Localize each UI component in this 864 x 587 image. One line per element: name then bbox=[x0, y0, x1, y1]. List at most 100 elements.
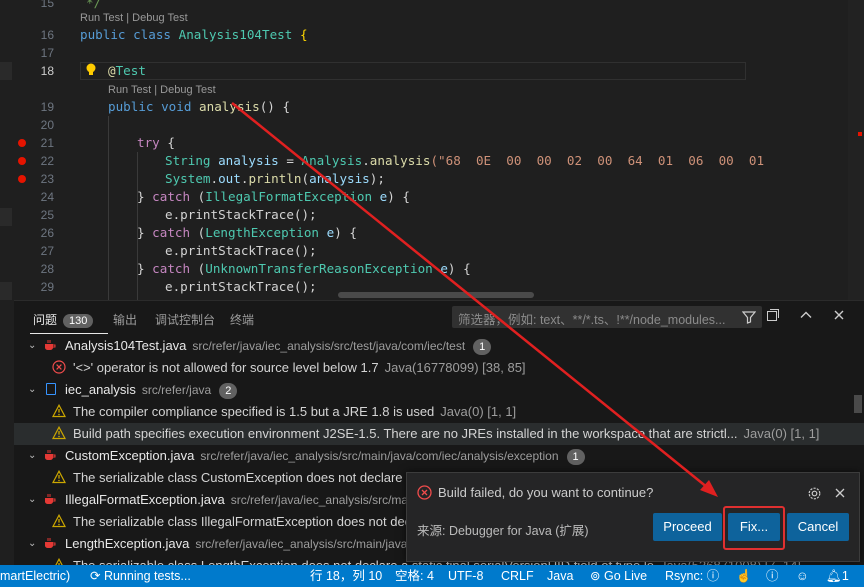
code-line: try { bbox=[137, 135, 175, 150]
line-number: 18 bbox=[40, 64, 54, 78]
cancel-button[interactable]: Cancel bbox=[787, 513, 849, 541]
build-failed-notification: Build failed, do you want to continue? 来… bbox=[406, 472, 860, 562]
info-icon: ⓘ bbox=[706, 569, 720, 583]
maximize-panel-icon[interactable] bbox=[799, 308, 813, 322]
java-file-icon bbox=[45, 494, 56, 505]
status-eol[interactable]: CRLF bbox=[501, 565, 534, 587]
filter-input[interactable]: 筛选器，例如: text、**/*.ts、!**/node_modules... bbox=[452, 306, 762, 328]
tab-terminal[interactable]: 终端 bbox=[230, 311, 254, 328]
problems-message-source: Java(0) [1, 1] bbox=[743, 426, 820, 441]
line-number: 15 bbox=[40, 0, 54, 10]
lightbulb-icon[interactable] bbox=[84, 62, 98, 78]
problems-message-row[interactable]: The compiler compliance specified is 1.5… bbox=[14, 401, 864, 423]
line-number: 20 bbox=[40, 118, 54, 132]
line-number: 17 bbox=[40, 46, 54, 60]
proceed-button[interactable]: Proceed bbox=[653, 513, 722, 541]
code-editor[interactable]: 15 16 17 18 19 20 21 22 23 24 25 26 27 2… bbox=[0, 0, 864, 300]
code-line: e.printStackTrace(); bbox=[165, 207, 317, 222]
filter-icon[interactable] bbox=[742, 310, 756, 324]
fix-button[interactable]: Fix... bbox=[728, 513, 780, 541]
line-number: 21 bbox=[40, 136, 54, 150]
status-language[interactable]: Java bbox=[547, 565, 573, 587]
tab-debug-console[interactable]: 调试控制台 bbox=[155, 311, 215, 328]
chevron-down-icon[interactable]: ⌄ bbox=[28, 533, 36, 555]
breakpoint-icon[interactable] bbox=[18, 157, 26, 165]
problems-count-badge: 2 bbox=[219, 383, 238, 399]
warning-icon bbox=[52, 514, 66, 528]
line-number: 24 bbox=[40, 190, 54, 204]
codelens-run-debug[interactable]: Run Test | Debug Test bbox=[80, 9, 188, 27]
tab-output[interactable]: 输出 bbox=[113, 311, 137, 328]
status-encoding[interactable]: UTF-8 bbox=[448, 565, 483, 587]
problems-file-name: iec_analysis src/refer/java 2 bbox=[65, 379, 238, 401]
breakpoint-icon[interactable] bbox=[18, 175, 26, 183]
problems-file-row[interactable]: ⌄ iec_analysis src/refer/java 2 bbox=[14, 379, 864, 401]
status-project[interactable]: martElectric) bbox=[0, 565, 70, 587]
warning-icon bbox=[52, 470, 66, 484]
warning-icon bbox=[52, 404, 66, 418]
chevron-down-icon[interactable]: ⌄ bbox=[28, 445, 36, 467]
info-icon[interactable]: ⓘ bbox=[766, 565, 779, 587]
line-number: 16 bbox=[40, 28, 54, 42]
thumbs-up-icon[interactable]: ☝ bbox=[736, 565, 752, 587]
code-line: @Test bbox=[108, 63, 146, 78]
problems-file-name: CustomException.java src/refer/java/iec_a… bbox=[65, 445, 585, 467]
current-line-highlight bbox=[80, 62, 746, 80]
code-line: public class Analysis104Test { bbox=[80, 27, 308, 42]
overview-ruler-error bbox=[858, 132, 862, 136]
java-file-icon bbox=[45, 450, 56, 461]
problems-file-name: Analysis104Test.java src/refer/java/iec_a… bbox=[65, 335, 492, 357]
problems-message-row[interactable]: '<>' operator is not allowed for source … bbox=[14, 357, 864, 379]
line-number: 28 bbox=[40, 262, 54, 276]
problems-file-row[interactable]: ⌄ Analysis104Test.java src/refer/java/iec_… bbox=[14, 335, 864, 357]
line-number: 27 bbox=[40, 244, 54, 258]
breakpoint-icon[interactable] bbox=[18, 139, 26, 147]
status-bar: martElectric) ⟳ Running tests... 行 18，列 … bbox=[0, 565, 864, 587]
problems-count-badge: 1 bbox=[473, 339, 492, 355]
notification-source: 来源: Debugger for Java (扩展) bbox=[417, 524, 589, 538]
code-line: String analysis = Analysis.analysis("68 … bbox=[165, 153, 765, 168]
code-line: System.out.println(analysis); bbox=[165, 171, 385, 186]
horizontal-scrollbar[interactable] bbox=[338, 292, 534, 298]
folder-doc-icon bbox=[46, 383, 56, 395]
status-running-tests[interactable]: ⟳ Running tests... bbox=[90, 565, 191, 587]
problems-file-path: src/refer/java bbox=[141, 383, 212, 397]
java-file-icon bbox=[45, 538, 56, 549]
code-line: public void analysis() { bbox=[108, 99, 291, 114]
minimap[interactable] bbox=[848, 0, 864, 300]
problems-message-text: The compiler compliance specified is 1.5… bbox=[73, 404, 517, 419]
problems-file-path: src/refer/java/iec_analysis/src/test/jav… bbox=[192, 339, 466, 353]
indent-guide bbox=[108, 116, 109, 300]
problems-message-source: Java(0) [1, 1] bbox=[440, 404, 517, 419]
chevron-down-icon[interactable]: ⌄ bbox=[28, 489, 36, 511]
line-number: 29 bbox=[40, 280, 54, 294]
gear-icon[interactable] bbox=[807, 486, 822, 501]
chevron-down-icon[interactable]: ⌄ bbox=[28, 379, 36, 401]
line-number: 26 bbox=[40, 226, 54, 240]
notifications-bell[interactable]: 🔔︎1 bbox=[826, 565, 849, 587]
collapse-all-icon[interactable] bbox=[766, 308, 780, 322]
close-panel-icon[interactable] bbox=[832, 308, 846, 322]
chevron-down-icon[interactable]: ⌄ bbox=[28, 335, 36, 357]
line-number: 25 bbox=[40, 208, 54, 222]
notification-title: Build failed, do you want to continue? bbox=[438, 485, 654, 500]
warning-icon bbox=[52, 426, 66, 440]
status-cursor-position[interactable]: 行 18，列 10 bbox=[310, 565, 382, 587]
close-icon[interactable] bbox=[833, 486, 847, 500]
code-line: e.printStackTrace(); bbox=[165, 279, 317, 294]
problems-message-row[interactable]: Build path specifies execution environme… bbox=[14, 423, 864, 445]
code-line: } catch (LengthException e) { bbox=[137, 225, 357, 240]
tab-problems[interactable]: 问题 130 bbox=[33, 311, 94, 328]
codelens-run-debug[interactable]: Run Test | Debug Test bbox=[108, 81, 216, 99]
problems-file-name: LengthException.java src/refer/java/iec_a… bbox=[65, 533, 434, 555]
status-go-live[interactable]: ⊚ Go Live bbox=[590, 565, 647, 587]
problems-message-text: '<>' operator is not allowed for source … bbox=[73, 360, 526, 375]
feedback-icon[interactable]: ☺ bbox=[796, 565, 809, 587]
status-rsync[interactable]: Rsync: ⓘ bbox=[665, 565, 719, 587]
problems-file-row[interactable]: ⌄ CustomException.java src/refer/java/iec_… bbox=[14, 445, 864, 467]
code-line: } catch (UnknownTransferReasonException … bbox=[137, 261, 471, 276]
vertical-scrollbar[interactable] bbox=[854, 395, 862, 413]
code-line: e.printStackTrace(); bbox=[165, 243, 317, 258]
status-indentation[interactable]: 空格: 4 bbox=[395, 565, 434, 587]
problems-message-source: Java(16778099) [38, 85] bbox=[384, 360, 526, 375]
